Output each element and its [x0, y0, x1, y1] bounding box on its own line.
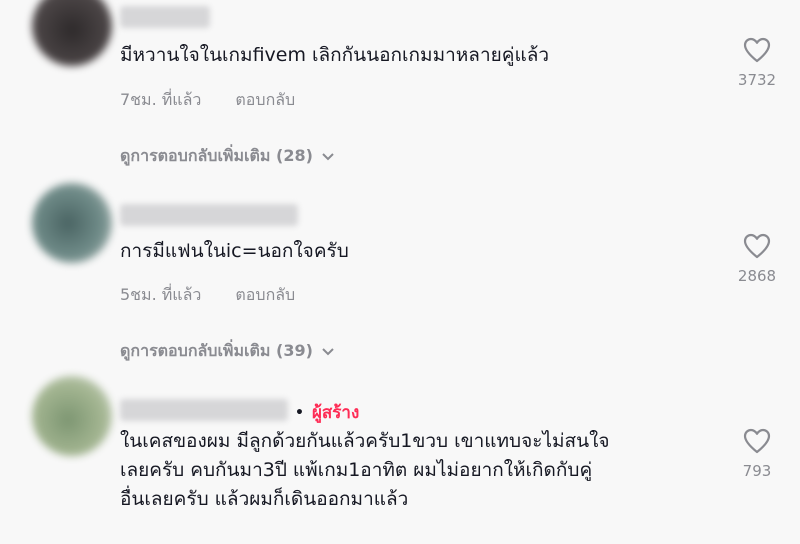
comment-text-line: อื่นเลยครับ แล้วผมก็เดินออกมาแล้ว: [120, 488, 409, 510]
comment-text-line: มีหวานใจในเกมfivem เลิกกันนอกเกมมาหลายคู…: [120, 44, 550, 66]
comment-meta: 5ชม. ที่แล้ว ตอบกลับ: [120, 283, 295, 308]
comment-text-line: เลยครับ คบกันมา3ปี แพ้เกม1อาทิต ผมไม่อยา…: [120, 459, 593, 481]
heart-outline-icon[interactable]: [743, 37, 771, 63]
comment-meta: 7ชม. ที่แล้ว ตอบกลับ: [120, 88, 295, 113]
creator-label: ผู้สร้าง: [311, 403, 360, 423]
timestamp: 5ชม. ที่แล้ว: [120, 285, 202, 304]
avatar[interactable]: [32, 0, 112, 66]
comment-text-line: ในเคสของผม มีลูกด้วยกันแล้วครับ1ขวบ เขาแ…: [120, 430, 610, 452]
comment-text: การมีแฟนในic=นอกใจครับ: [120, 237, 349, 266]
username-blurred[interactable]: [120, 399, 288, 421]
reply-button[interactable]: ตอบกลับ: [235, 88, 295, 113]
comment-text-line: การมีแฟนในic=นอกใจครับ: [120, 240, 349, 262]
avatar[interactable]: [32, 183, 112, 263]
like-button[interactable]: 3732: [727, 37, 787, 89]
reply-button[interactable]: ตอบกลับ: [235, 283, 295, 308]
view-replies-label[interactable]: ดูการตอบกลับเพิ่มเติม (39): [120, 339, 313, 364]
like-button[interactable]: 793: [727, 428, 787, 480]
view-replies-button[interactable]: ดูการตอบกลับเพิ่มเติม (28): [120, 144, 335, 169]
view-replies-button[interactable]: ดูการตอบกลับเพิ่มเติม (39): [120, 339, 335, 364]
chevron-down-icon[interactable]: [321, 347, 335, 357]
username-blurred[interactable]: [120, 6, 210, 28]
timestamp: 7ชม. ที่แล้ว: [120, 90, 202, 109]
separator-dot: •: [295, 404, 304, 421]
username-blurred[interactable]: [120, 204, 298, 226]
like-count: 793: [742, 462, 772, 480]
comment-text: มีหวานใจในเกมfivem เลิกกันนอกเกมมาหลายคู…: [120, 41, 549, 70]
like-count: 2868: [737, 267, 777, 285]
like-count: 3732: [737, 71, 777, 89]
comment-text: ในเคสของผม มีลูกด้วยกันแล้วครับ1ขวบ เขาแ…: [120, 427, 610, 514]
like-button[interactable]: 2868: [727, 233, 787, 285]
heart-outline-icon[interactable]: [743, 233, 771, 259]
view-replies-label[interactable]: ดูการตอบกลับเพิ่มเติม (28): [120, 144, 313, 169]
chevron-down-icon[interactable]: [321, 152, 335, 162]
avatar[interactable]: [32, 376, 112, 456]
creator-badge: • ผู้สร้าง: [295, 399, 359, 426]
heart-outline-icon[interactable]: [743, 428, 771, 454]
